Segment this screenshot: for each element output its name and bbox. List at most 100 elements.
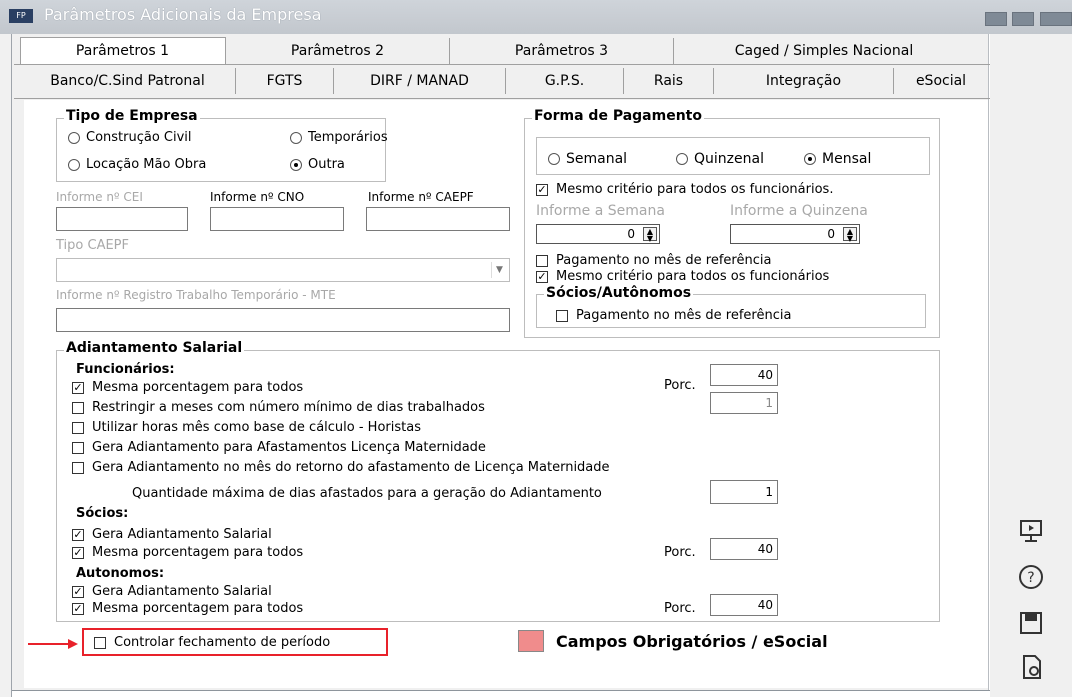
autonomos-title: Autonomos: [76, 566, 165, 581]
check-pagamento-mes-ref[interactable]: Pagamento no mês de referência [536, 253, 771, 268]
socios-porc-input[interactable]: 40 [710, 538, 778, 560]
radio-temporarios[interactable]: Temporários [290, 130, 388, 145]
checkbox-label: Utilizar horas mês como base de cálculo … [92, 420, 421, 435]
cno-label: Informe nº CNO [210, 190, 305, 204]
tab-fgts[interactable]: FGTS [236, 68, 334, 94]
tab-row-divider [14, 64, 990, 65]
tipo-caepf-select[interactable]: ▼ [56, 258, 510, 282]
tab-label: Banco/C.Sind Patronal [50, 73, 205, 89]
check-socios-mesma-porc[interactable]: ✓ Mesma porcentagem para todos [72, 545, 303, 560]
check-func-retorno-licenca[interactable]: Gera Adiantamento no mês do retorno do a… [72, 460, 610, 475]
check-func-mesma-porc[interactable]: ✓ Mesma porcentagem para todos [72, 380, 303, 395]
tab-label: FGTS [266, 73, 303, 89]
check-func-afast-licenca[interactable]: Gera Adiantamento para Afastamentos Lice… [72, 440, 486, 455]
radio-selected-icon [804, 153, 816, 165]
stepper-value: 0 [627, 227, 635, 241]
radio-construcao-civil[interactable]: Construção Civil [68, 130, 192, 145]
func-min-dias-input[interactable]: 1 [710, 392, 778, 414]
check-mesmo-criterio-func-2[interactable]: ✓ Mesmo critério para todos os funcionári… [536, 269, 829, 284]
tab-parametros-1[interactable]: Parâmetros 1 [20, 38, 226, 64]
check-socios-gera[interactable]: ✓ Gera Adiantamento Salarial [72, 527, 272, 542]
quinzena-stepper[interactable]: 0 ▲ ▼ [730, 224, 860, 244]
checkbox-label: Restringir a meses com número mínimo de … [92, 400, 485, 415]
tab-dirf-manad[interactable]: DIRF / MANAD [334, 68, 506, 94]
tab-caged-simples[interactable]: Caged / Simples Nacional [674, 38, 974, 64]
tab-label: Parâmetros 2 [290, 43, 385, 59]
checkbox-icon [94, 636, 106, 649]
tab-integracao[interactable]: Integração [714, 68, 894, 94]
tab-banco-csind[interactable]: Banco/C.Sind Patronal [20, 68, 236, 94]
minimize-button[interactable] [985, 12, 1007, 26]
tab-rais[interactable]: Rais [624, 68, 714, 94]
autonomos-porc-input[interactable]: 40 [710, 594, 778, 616]
check-func-horas-mes[interactable]: Utilizar horas mês como base de cálculo … [72, 420, 421, 435]
tipo-empresa-legend: Tipo de Empresa [64, 108, 200, 124]
help-icon[interactable]: ? [1016, 562, 1046, 592]
checkbox-checked-icon: ✓ [536, 182, 548, 196]
radio-quinzenal[interactable]: Quinzenal [676, 151, 764, 167]
tab-gps[interactable]: G.P.S. [506, 68, 624, 94]
tab-label: Parâmetros 3 [514, 43, 609, 59]
svg-text:?: ? [1027, 570, 1034, 586]
checkbox-checked-icon: ✓ [72, 380, 84, 394]
caepf-label: Informe nº CAEPF [368, 190, 474, 204]
qtd-max-dias-input[interactable]: 1 [710, 480, 778, 504]
cno-input[interactable] [210, 207, 344, 231]
tab-row-divider [14, 98, 990, 99]
tab-label: Rais [653, 73, 684, 89]
radio-label: Mensal [822, 151, 872, 167]
check-mesmo-criterio-func[interactable]: ✓ Mesmo critério para todos os funcionári… [536, 182, 833, 197]
radio-mensal[interactable]: Mensal [804, 151, 871, 167]
save-icon[interactable] [1016, 608, 1046, 638]
radio-label: Temporários [308, 130, 388, 145]
report-icon[interactable] [1016, 652, 1046, 682]
check-autonomos-gera[interactable]: ✓ Gera Adiantamento Salarial [72, 584, 272, 599]
semana-label: Informe a Semana [536, 203, 665, 219]
check-socios-pagamento-mes-ref[interactable]: Pagamento no mês de referência [556, 308, 791, 323]
panel-bottom-border [12, 690, 990, 691]
check-autonomos-mesma-porc[interactable]: ✓ Mesma porcentagem para todos [72, 601, 303, 616]
radio-locacao-mao-obra[interactable]: Locação Mão Obra [68, 157, 206, 172]
radio-icon [290, 131, 302, 144]
radio-outra[interactable]: Outra [290, 157, 345, 172]
checkbox-icon [72, 461, 84, 474]
tab-label: Integração [765, 73, 842, 89]
spin-arrows-icon[interactable]: ▲ ▼ [843, 227, 857, 243]
input-value: 40 [757, 368, 773, 382]
checkbox-label: Mesma porcentagem para todos [92, 380, 304, 395]
func-porc-input[interactable]: 40 [710, 364, 778, 386]
tab-esocial[interactable]: eSocial [894, 68, 988, 94]
forma-pagamento-legend: Forma de Pagamento [532, 108, 704, 124]
semana-stepper[interactable]: 0 ▲ ▼ [536, 224, 660, 244]
checkbox-label: Gera Adiantamento no mês do retorno do a… [92, 460, 610, 475]
radio-label: Outra [308, 157, 345, 172]
radio-icon [68, 158, 80, 171]
registro-mte-label: Informe nº Registro Trabalho Temporário … [56, 288, 336, 302]
radio-semanal[interactable]: Semanal [548, 151, 627, 167]
monitor-icon[interactable] [1016, 516, 1046, 546]
checkbox-checked-icon: ✓ [72, 584, 84, 598]
radio-label: Quinzenal [694, 151, 764, 167]
maximize-button[interactable] [1012, 12, 1034, 26]
socios-autonomos-legend: Sócios/Autônomos [544, 285, 694, 301]
check-func-restringir-meses[interactable]: Restringir a meses com número mínimo de … [72, 400, 485, 415]
quinzena-label: Informe a Quinzena [730, 203, 868, 219]
cei-input[interactable] [56, 207, 188, 231]
checkbox-label: Gera Adiantamento Salarial [92, 527, 272, 542]
spin-arrows-icon[interactable]: ▲ ▼ [643, 227, 657, 243]
radio-label: Semanal [566, 151, 628, 167]
radio-icon [68, 131, 80, 144]
window-frame [0, 34, 12, 697]
checkbox-icon [536, 254, 548, 267]
registro-mte-input[interactable] [56, 308, 510, 332]
check-controlar-fechamento[interactable]: Controlar fechamento de período [94, 635, 330, 650]
checkbox-checked-icon: ✓ [72, 527, 84, 541]
close-button[interactable] [1040, 12, 1072, 26]
tab-parametros-3[interactable]: Parâmetros 3 [450, 38, 674, 64]
tab-label: DIRF / MANAD [370, 73, 469, 89]
campos-obrigatorios-label: Campos Obrigatórios / eSocial [556, 632, 828, 651]
tab-parametros-2[interactable]: Parâmetros 2 [226, 38, 450, 64]
caepf-input[interactable] [366, 207, 510, 231]
checkbox-icon [556, 309, 568, 322]
input-value: 1 [765, 396, 773, 410]
